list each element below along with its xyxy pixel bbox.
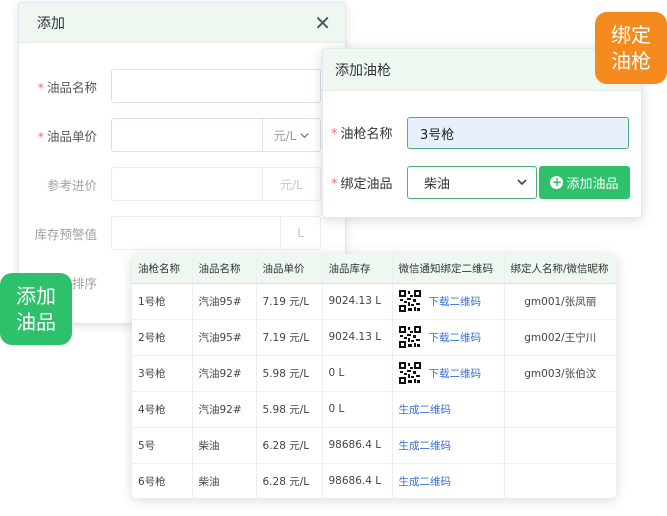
cell-price: 6.28 元/L — [256, 427, 323, 464]
table-row: 2号枪 汽油95# 7.19 元/L 9024.13 L 下载二维码 gm002/王宁川 — [132, 319, 616, 356]
stock-unit: L — [280, 217, 320, 249]
cell-gun-name: 2号枪 — [132, 319, 193, 356]
cell-stock: 98686.4 L — [322, 463, 393, 498]
qr-code-icon — [398, 362, 421, 384]
product-price-input[interactable]: 元/L — [111, 118, 321, 152]
cell-price: 5.98 元/L — [256, 391, 323, 428]
header-stock: 油品库存 — [322, 254, 393, 284]
close-icon[interactable]: ✕ — [314, 13, 331, 33]
cell-bind-user: gm002/王宁川 — [504, 319, 616, 356]
table-row: 4号枪 汽油92# 5.98 元/L 0 L 生成二维码 — [132, 391, 616, 428]
cell-qr: 生成二维码 — [392, 427, 505, 464]
download-qr-link[interactable]: 下载二维码 — [429, 294, 482, 309]
gun-dialog-title: 添加油枪 — [335, 62, 391, 79]
bind-gun-badge: 绑定油枪 — [595, 12, 667, 84]
table-header-row: 油枪名称 油品名称 油品单价 油品库存 微信通知绑定二维码 绑定人名称/微信昵称 — [132, 254, 616, 284]
field-product-name: * 油品名称 — [19, 69, 345, 103]
cell-price: 6.28 元/L — [256, 463, 323, 498]
product-name-label: 油品名称 — [46, 79, 97, 95]
gun-dialog-header: 添加油枪 — [323, 49, 641, 91]
add-product-badge: 添加油品 — [0, 273, 72, 345]
add-product-button[interactable]: + 添加油品 — [539, 166, 630, 199]
price-unit-select[interactable]: 元/L — [262, 119, 320, 151]
reference-cost-label: 参考进价 — [46, 177, 97, 193]
qr-code-icon — [398, 290, 421, 312]
generate-qr-link[interactable]: 生成二维码 — [399, 438, 452, 453]
table-row: 5号 柴油 6.28 元/L 98686.4 L 生成二维码 — [132, 427, 616, 464]
add-dialog-title: 添加 — [37, 15, 65, 32]
cell-gun-name: 4号枪 — [132, 391, 193, 428]
cell-stock: 9024.13 L — [322, 319, 393, 356]
cell-stock: 0 L — [322, 391, 393, 428]
cell-product-name: 汽油92# — [192, 391, 257, 428]
cell-gun-name: 6号枪 — [132, 463, 193, 498]
cell-product-name: 汽油92# — [192, 355, 257, 392]
cell-qr: 生成二维码 — [392, 391, 505, 428]
plus-circle-icon: + — [550, 175, 564, 189]
cell-bind-user: gm003/张伯汶 — [504, 355, 616, 392]
cell-product-name: 汽油95# — [192, 319, 257, 356]
cell-qr: 下载二维码 — [392, 355, 505, 392]
gun-name-label: * 油枪名称 — [331, 127, 393, 142]
add-dialog-header: 添加 ✕ — [19, 3, 345, 43]
cost-unit: 元/L — [262, 168, 320, 200]
cell-price: 7.19 元/L — [256, 283, 323, 320]
header-price: 油品单价 — [256, 254, 323, 284]
gun-name-input[interactable]: 3号枪 — [407, 117, 629, 149]
cell-bind-user — [504, 463, 616, 498]
generate-qr-link[interactable]: 生成二维码 — [399, 402, 452, 417]
cell-price: 7.19 元/L — [256, 319, 323, 356]
chevron-down-icon — [517, 179, 527, 186]
field-stock-warning: 库存预警值 L — [19, 216, 345, 250]
cell-qr: 下载二维码 — [392, 319, 505, 356]
header-gun-name: 油枪名称 — [132, 254, 193, 284]
gun-table-card: 油枪名称 油品名称 油品单价 油品库存 微信通知绑定二维码 绑定人名称/微信昵称… — [132, 254, 616, 498]
header-bind-user: 绑定人名称/微信昵称 — [504, 254, 616, 284]
stock-warning-label: 库存预警值 — [34, 226, 97, 242]
cell-price: 5.98 元/L — [256, 355, 323, 392]
bind-product-label: * 绑定油品 — [331, 177, 393, 192]
qr-code-icon — [398, 326, 421, 348]
cell-bind-user — [504, 391, 616, 428]
field-reference-cost: 参考进价 元/L — [19, 167, 345, 201]
table-row: 3号枪 汽油92# 5.98 元/L 0 L 下载二维码 gm003/张伯汶 — [132, 355, 616, 392]
add-gun-dialog: 添加油枪 * 油枪名称 3号枪 * 绑定油品 柴油 + 添加油品 — [322, 48, 642, 218]
cell-stock: 9024.13 L — [322, 283, 393, 320]
cell-bind-user — [504, 427, 616, 464]
bind-product-value: 柴油 — [424, 177, 451, 192]
cell-product-name: 柴油 — [192, 427, 257, 464]
cell-gun-name: 5号 — [132, 427, 193, 464]
table-row: 1号枪 汽油95# 7.19 元/L 9024.13 L 下载二维码 gm001/张凤丽 — [132, 283, 616, 320]
header-qr: 微信通知绑定二维码 — [392, 254, 505, 284]
sort-label: 排序 — [71, 275, 97, 291]
table-row: 6号枪 柴油 6.28 元/L 98686.4 L 生成二维码 — [132, 463, 616, 498]
product-name-input[interactable] — [111, 69, 321, 103]
product-price-label: 油品单价 — [46, 128, 97, 144]
gun-table: 油枪名称 油品名称 油品单价 油品库存 微信通知绑定二维码 绑定人名称/微信昵称… — [132, 254, 616, 498]
cell-bind-user: gm001/张凤丽 — [504, 283, 616, 320]
download-qr-link[interactable]: 下载二维码 — [429, 366, 482, 381]
stock-warning-input[interactable]: L — [111, 216, 321, 250]
generate-qr-link[interactable]: 生成二维码 — [399, 474, 452, 489]
chevron-down-icon — [300, 132, 309, 138]
field-product-price: * 油品单价 元/L — [19, 118, 345, 152]
cell-product-name: 柴油 — [192, 463, 257, 498]
cell-stock: 0 L — [322, 355, 393, 392]
reference-cost-input[interactable]: 元/L — [111, 167, 321, 201]
cell-stock: 98686.4 L — [322, 427, 393, 464]
cell-qr: 下载二维码 — [392, 283, 505, 320]
download-qr-link[interactable]: 下载二维码 — [429, 330, 482, 345]
cell-qr: 生成二维码 — [392, 463, 505, 498]
header-product-name: 油品名称 — [192, 254, 257, 284]
cell-gun-name: 1号枪 — [132, 283, 193, 320]
cell-product-name: 汽油95# — [192, 283, 257, 320]
bind-product-select[interactable]: 柴油 — [407, 166, 537, 199]
cell-gun-name: 3号枪 — [132, 355, 193, 392]
